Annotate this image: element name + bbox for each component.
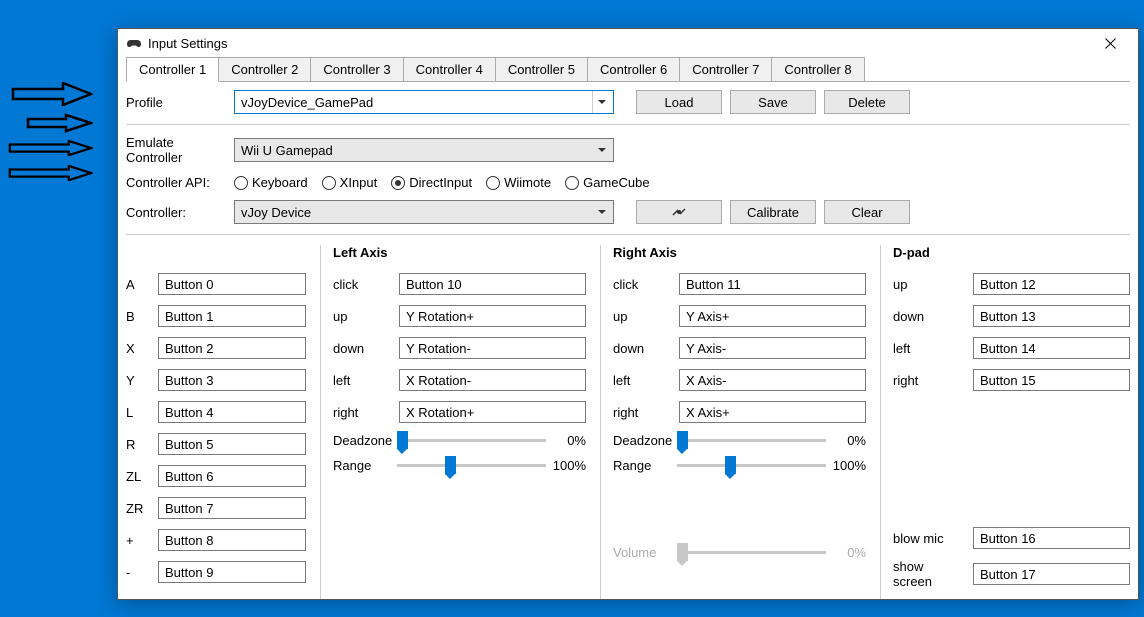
dpad-header: D-pad xyxy=(893,245,1130,263)
blow-mic-input[interactable]: Button 16 xyxy=(973,527,1130,549)
left-range-slider[interactable] xyxy=(397,464,546,467)
map-label-b: B xyxy=(126,309,150,324)
tab-controller-7[interactable]: Controller 7 xyxy=(679,57,772,81)
buttons-header xyxy=(126,245,306,263)
tab-controller-1[interactable]: Controller 1 xyxy=(126,57,219,82)
tab-controller-6[interactable]: Controller 6 xyxy=(587,57,680,81)
radio-directinput[interactable]: DirectInput xyxy=(391,175,472,190)
clear-button[interactable]: Clear xyxy=(824,200,910,224)
map-input-b[interactable]: Button 1 xyxy=(158,305,306,327)
dpad-down-input[interactable]: Button 13 xyxy=(973,305,1130,327)
map-label-l: L xyxy=(126,405,150,420)
dpad-up-input[interactable]: Button 12 xyxy=(973,273,1130,295)
map-input-minus[interactable]: Button 9 xyxy=(158,561,306,583)
map-input-y[interactable]: Button 3 xyxy=(158,369,306,391)
window-title: Input Settings xyxy=(148,36,228,51)
emulate-combo[interactable]: Wii U Gamepad xyxy=(234,138,614,162)
emulate-label: Emulate Controller xyxy=(126,135,226,165)
right-up-input[interactable]: Y Axis+ xyxy=(679,305,866,327)
map-label-a: A xyxy=(126,277,150,292)
input-settings-window: Input Settings Controller 1 Controller 2… xyxy=(117,28,1139,600)
save-button[interactable]: Save xyxy=(730,90,816,114)
map-input-zl[interactable]: Button 6 xyxy=(158,465,306,487)
map-label-plus: + xyxy=(126,533,150,548)
controller-combo[interactable]: vJoy Device xyxy=(234,200,614,224)
left-deadzone-slider[interactable] xyxy=(397,439,546,442)
api-radio-group: Keyboard XInput DirectInput Wiimote Game… xyxy=(234,175,650,190)
left-axis-header: Left Axis xyxy=(333,245,586,263)
map-input-l[interactable]: Button 4 xyxy=(158,401,306,423)
annotation-arrows xyxy=(8,82,93,196)
tab-controller-3[interactable]: Controller 3 xyxy=(310,57,403,81)
api-label: Controller API: xyxy=(126,175,226,190)
radio-gamecube[interactable]: GameCube xyxy=(565,175,649,190)
titlebar: Input Settings xyxy=(118,29,1138,57)
map-input-zr[interactable]: Button 7 xyxy=(158,497,306,519)
radio-keyboard[interactable]: Keyboard xyxy=(234,175,308,190)
map-label-minus: - xyxy=(126,565,150,580)
map-label-zl: ZL xyxy=(126,469,150,484)
controller-tabs: Controller 1 Controller 2 Controller 3 C… xyxy=(126,57,1130,82)
map-input-r[interactable]: Button 5 xyxy=(158,433,306,455)
left-left-input[interactable]: X Rotation- xyxy=(399,369,586,391)
left-down-input[interactable]: Y Rotation- xyxy=(399,337,586,359)
app-icon xyxy=(126,35,142,51)
right-axis-header: Right Axis xyxy=(613,245,866,263)
map-label-y: Y xyxy=(126,373,150,388)
map-input-plus[interactable]: Button 8 xyxy=(158,529,306,551)
right-right-input[interactable]: X Axis+ xyxy=(679,401,866,423)
left-up-input[interactable]: Y Rotation+ xyxy=(399,305,586,327)
profile-label: Profile xyxy=(126,95,226,110)
dpad-right-input[interactable]: Button 15 xyxy=(973,369,1130,391)
radio-wiimote[interactable]: Wiimote xyxy=(486,175,551,190)
volume-slider xyxy=(677,551,826,554)
right-range-slider[interactable] xyxy=(677,464,826,467)
map-input-a[interactable]: Button 0 xyxy=(158,273,306,295)
radio-xinput[interactable]: XInput xyxy=(322,175,378,190)
tab-controller-8[interactable]: Controller 8 xyxy=(771,57,864,81)
tab-controller-5[interactable]: Controller 5 xyxy=(495,57,588,81)
connect-button[interactable] xyxy=(636,200,722,224)
right-left-input[interactable]: X Axis- xyxy=(679,369,866,391)
right-down-input[interactable]: Y Axis- xyxy=(679,337,866,359)
dpad-left-input[interactable]: Button 14 xyxy=(973,337,1130,359)
tab-controller-2[interactable]: Controller 2 xyxy=(218,57,311,81)
calibrate-button[interactable]: Calibrate xyxy=(730,200,816,224)
map-label-zr: ZR xyxy=(126,501,150,516)
controller-label: Controller: xyxy=(126,205,226,220)
map-input-x[interactable]: Button 2 xyxy=(158,337,306,359)
show-screen-input[interactable]: Button 17 xyxy=(973,563,1130,585)
map-label-x: X xyxy=(126,341,150,356)
close-button[interactable] xyxy=(1090,29,1130,57)
left-click-input[interactable]: Button 10 xyxy=(399,273,586,295)
map-label-r: R xyxy=(126,437,150,452)
profile-combo[interactable]: vJoyDevice_GamePad xyxy=(234,90,614,114)
right-deadzone-slider[interactable] xyxy=(677,439,826,442)
right-click-input[interactable]: Button 11 xyxy=(679,273,866,295)
left-right-input[interactable]: X Rotation+ xyxy=(399,401,586,423)
tab-controller-4[interactable]: Controller 4 xyxy=(403,57,496,81)
load-button[interactable]: Load xyxy=(636,90,722,114)
delete-button[interactable]: Delete xyxy=(824,90,910,114)
